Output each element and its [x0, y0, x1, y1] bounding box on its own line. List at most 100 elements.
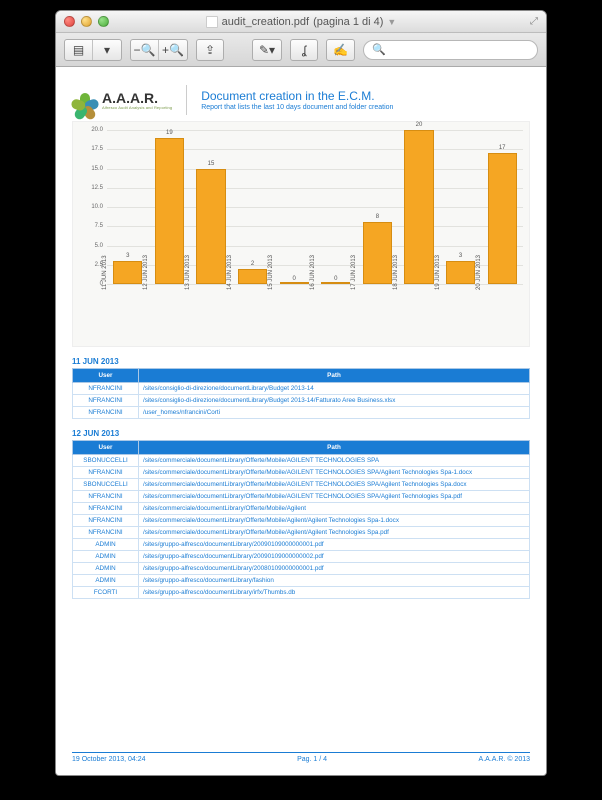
data-table: UserPathSBONUCCELLI/sites/commerciale/do… [72, 440, 530, 599]
document-page: A.A.A.R. Alfresco Audit Analysis and Rep… [56, 67, 546, 775]
section-date-heading: 11 JUN 2013 [72, 357, 530, 366]
zoom-in-button[interactable]: +🔍 [159, 40, 187, 60]
cell-user: NFRANCINI [73, 503, 139, 515]
table-row: NFRANCINI/sites/commerciale/documentLibr… [73, 515, 530, 527]
table-row: ADMIN/sites/gruppo-alfresco/documentLibr… [73, 551, 530, 563]
report-title: Document creation in the E.C.M. [201, 89, 393, 103]
table-row: NFRANCINI/sites/consiglio-di-direzione/d… [73, 383, 530, 395]
table-row: SBONUCCELLI/sites/commerciale/documentLi… [73, 479, 530, 491]
cell-path: /sites/gruppo-alfresco/documentLibrary/2… [139, 563, 530, 575]
cell-path: /sites/commerciale/documentLibrary/Offer… [139, 527, 530, 539]
report-titles: Document creation in the E.C.M. Report t… [201, 89, 393, 111]
cell-user: NFRANCINI [73, 527, 139, 539]
share-button[interactable]: ⇪ [196, 39, 224, 61]
y-tick: 12.5 [77, 185, 103, 191]
table-row: NFRANCINI/sites/commerciale/documentLibr… [73, 503, 530, 515]
y-tick: 17.5 [77, 146, 103, 152]
table-row: NFRANCINI/sites/commerciale/documentLibr… [73, 527, 530, 539]
cell-user: ADMIN [73, 551, 139, 563]
search-field[interactable]: 🔍 [363, 40, 538, 60]
report-subtitle: Report that lists the last 10 days docum… [201, 104, 393, 111]
cell-user: SBONUCCELLI [73, 479, 139, 491]
y-tick: 7.5 [77, 223, 103, 229]
table-row: ADMIN/sites/gruppo-alfresco/documentLibr… [73, 539, 530, 551]
app-window: audit_creation.pdf (pagina 1 di 4) ▼ ⤢ ▤… [55, 10, 547, 776]
cell-user: ADMIN [73, 539, 139, 551]
zoom-out-button[interactable]: −🔍 [131, 40, 159, 60]
table-row: NFRANCINI/sites/commerciale/documentLibr… [73, 467, 530, 479]
cell-user: NFRANCINI [73, 383, 139, 395]
header-divider [186, 85, 187, 115]
cell-path: /sites/commerciale/documentLibrary/Offer… [139, 479, 530, 491]
window-title: audit_creation.pdf (pagina 1 di 4) ▼ [56, 16, 546, 28]
cell-user: ADMIN [73, 563, 139, 575]
highlight-button[interactable]: ✎▾ [252, 39, 282, 61]
table-row: FCORTI/sites/gruppo-alfresco/documentLib… [73, 587, 530, 599]
cell-path: /sites/commerciale/documentLibrary/Offer… [139, 515, 530, 527]
text-tool-button[interactable]: ʆ [290, 39, 318, 61]
column-header: Path [139, 369, 530, 383]
cell-user: FCORTI [73, 587, 139, 599]
thumbnails-view-button[interactable]: ▤ [65, 40, 93, 60]
cell-path: /sites/consiglio-di-direzione/documentLi… [139, 383, 530, 395]
y-tick: 2.5 [77, 262, 103, 268]
y-tick: 0 [77, 281, 103, 287]
table-row: SBONUCCELLI/sites/commerciale/documentLi… [73, 455, 530, 467]
cell-path: /sites/gruppo-alfresco/documentLibrary/i… [139, 587, 530, 599]
footer-pagination: Pag. 1 / 4 [297, 756, 327, 763]
x-tick: 20 JUN 2013 [476, 255, 528, 290]
minimize-button[interactable] [81, 16, 92, 27]
y-tick: 5.0 [77, 243, 103, 249]
cell-path: /sites/gruppo-alfresco/documentLibrary/f… [139, 575, 530, 587]
bar-chart: 02.55.07.510.012.515.017.520.03191520082… [72, 121, 530, 347]
data-table: UserPathNFRANCINI/sites/consiglio-di-dir… [72, 368, 530, 419]
view-mode-group[interactable]: ▤ ▾ [64, 39, 122, 61]
column-header: Path [139, 441, 530, 455]
titlebar: audit_creation.pdf (pagina 1 di 4) ▼ ⤢ [56, 11, 546, 33]
bar-value-label: 19 [166, 130, 173, 136]
title-dropdown-icon[interactable]: ▼ [387, 17, 396, 27]
cell-user: NFRANCINI [73, 467, 139, 479]
page-footer: 19 October 2013, 04:24 Pag. 1 / 4 A.A.A.… [72, 752, 530, 763]
cell-path: /sites/commerciale/documentLibrary/Offer… [139, 491, 530, 503]
report-header: A.A.A.R. Alfresco Audit Analysis and Rep… [72, 85, 530, 115]
document-icon [206, 16, 218, 28]
column-header: User [73, 369, 139, 383]
close-button[interactable] [64, 16, 75, 27]
cell-path: /sites/commerciale/documentLibrary/Offer… [139, 455, 530, 467]
window-controls [56, 16, 109, 27]
footer-copyright: A.A.A.R. © 2013 [479, 756, 530, 763]
logo-text: A.A.A.R. [102, 91, 172, 105]
cell-path: /sites/consiglio-di-direzione/documentLi… [139, 395, 530, 407]
column-header: User [73, 441, 139, 455]
cell-user: SBONUCCELLI [73, 455, 139, 467]
cell-path: /sites/commerciale/documentLibrary/Offer… [139, 467, 530, 479]
window-title-suffix: (pagina 1 di 4) [313, 16, 383, 28]
cell-path: /sites/gruppo-alfresco/documentLibrary/2… [139, 539, 530, 551]
section-date-heading: 12 JUN 2013 [72, 429, 530, 438]
cell-path: /sites/commerciale/documentLibrary/Offer… [139, 503, 530, 515]
zoom-button[interactable] [98, 16, 109, 27]
table-row: NFRANCINI/user_homes/nfrancini/Corti [73, 407, 530, 419]
bar-value-label: 17 [499, 145, 506, 151]
fullscreen-button[interactable]: ⤢ [530, 16, 538, 27]
table-row: ADMIN/sites/gruppo-alfresco/documentLibr… [73, 563, 530, 575]
cell-path: /user_homes/nfrancini/Corti [139, 407, 530, 419]
window-filename: audit_creation.pdf [222, 16, 309, 28]
y-tick: 10.0 [77, 204, 103, 210]
y-tick: 20.0 [77, 127, 103, 133]
table-row: ADMIN/sites/gruppo-alfresco/documentLibr… [73, 575, 530, 587]
search-icon: 🔍 [372, 43, 386, 56]
logo: A.A.A.R. Alfresco Audit Analysis and Rep… [72, 85, 172, 115]
bar-value-label: 20 [416, 122, 423, 128]
table-row: NFRANCINI/sites/consiglio-di-direzione/d… [73, 395, 530, 407]
view-options-button[interactable]: ▾ [93, 40, 121, 60]
annotate-button[interactable]: ✍ [326, 39, 355, 61]
toolbar: ▤ ▾ −🔍 +🔍 ⇪ ✎▾ ʆ ✍ 🔍 [56, 33, 546, 67]
bar-value-label: 15 [208, 161, 215, 167]
table-row: NFRANCINI/sites/commerciale/documentLibr… [73, 491, 530, 503]
zoom-group[interactable]: −🔍 +🔍 [130, 39, 188, 61]
cell-user: NFRANCINI [73, 491, 139, 503]
cell-user: ADMIN [73, 575, 139, 587]
cell-user: NFRANCINI [73, 395, 139, 407]
